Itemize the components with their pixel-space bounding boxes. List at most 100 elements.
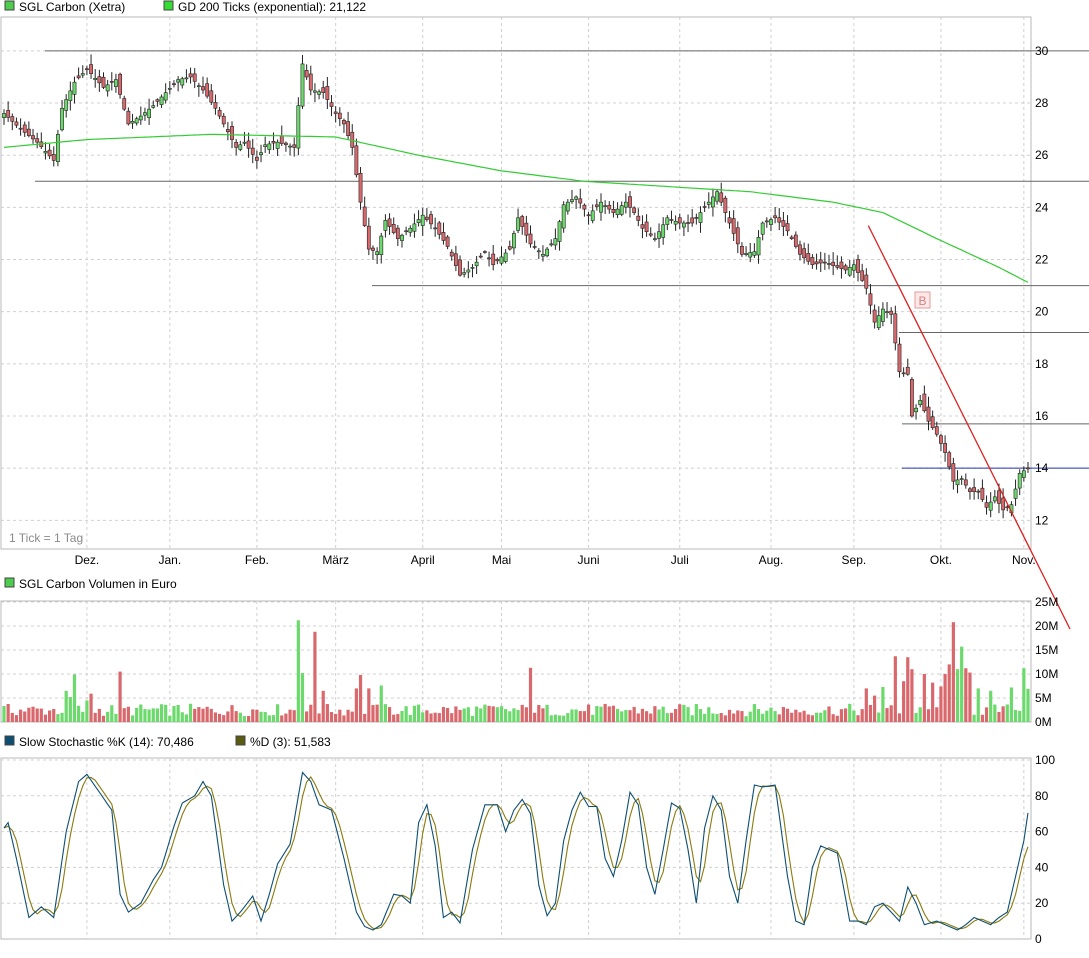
volume-bar <box>379 685 383 722</box>
candle-down <box>225 129 230 133</box>
volume-bar <box>698 709 703 722</box>
volume-bar <box>566 713 570 722</box>
volume-bar <box>906 657 910 722</box>
stoch-y-tick: 60 <box>1035 825 1049 839</box>
volume-bar <box>715 713 719 722</box>
stoch-legend: Slow Stochastic %K (14): 70,486 %D (3): … <box>4 735 331 749</box>
candle-down <box>217 109 222 117</box>
volume-bar <box>168 715 172 722</box>
candle-up <box>259 152 263 155</box>
candle-down <box>528 233 533 245</box>
volume-bar <box>935 707 939 722</box>
candle-up <box>760 222 765 235</box>
candle-down <box>648 233 653 236</box>
volume-bar <box>504 709 508 722</box>
candle-up <box>383 220 388 231</box>
volume-bar <box>723 715 727 722</box>
volume-bar <box>843 708 848 722</box>
candle-down <box>31 135 35 140</box>
candle-down <box>478 255 483 258</box>
candle-up <box>1013 488 1018 499</box>
candle-up <box>503 252 508 262</box>
volume-bar <box>483 704 487 722</box>
trend-line <box>867 225 1071 630</box>
volume-bar <box>740 711 744 722</box>
candle-down <box>491 253 496 266</box>
candle-up <box>769 219 773 225</box>
candle-down <box>677 217 682 224</box>
candle-up <box>470 267 475 269</box>
stoch-y-tick: 20 <box>1035 896 1049 910</box>
volume-bar <box>27 707 31 722</box>
volume-bar <box>462 708 466 722</box>
candle-down <box>433 227 438 230</box>
volume-bar <box>910 669 914 722</box>
candle-down <box>85 68 89 71</box>
volume-bar <box>549 715 553 722</box>
stoch-y-tick: 40 <box>1035 860 1049 874</box>
candle-down <box>366 225 371 250</box>
volume-bar <box>545 704 549 722</box>
candle-down <box>789 236 794 239</box>
candle-up <box>706 201 711 205</box>
volume-bar <box>748 711 752 722</box>
volume-bar <box>6 704 10 722</box>
volume-bar <box>794 709 798 722</box>
d-legend-swatch <box>235 735 246 746</box>
volume-bar <box>122 708 126 722</box>
candle-up <box>147 108 152 118</box>
candle-down <box>14 121 19 126</box>
candle-down <box>926 406 931 422</box>
candle-up <box>914 407 918 413</box>
volume-legend-swatch <box>4 577 15 588</box>
candle-down <box>997 490 1001 504</box>
candle-up <box>196 85 201 87</box>
volume-bar <box>649 713 653 722</box>
volume-bar <box>512 708 516 722</box>
candle-up <box>599 201 603 213</box>
price-y-tick: 20 <box>1035 305 1049 319</box>
candle-down <box>731 218 736 234</box>
month-label: Dez. <box>75 553 100 567</box>
candle-up <box>545 248 549 257</box>
volume-bar <box>23 711 27 722</box>
volume-bar <box>64 690 68 722</box>
volume-bar <box>230 705 234 722</box>
volume-bar <box>280 715 284 722</box>
candle-down <box>254 156 259 161</box>
volume-bar <box>615 708 620 722</box>
volume-bar <box>251 709 255 722</box>
candle-down <box>22 124 27 133</box>
candle-down <box>424 216 429 220</box>
buy-marker-label: B <box>918 294 926 308</box>
volume-bar <box>976 688 980 722</box>
candle-down <box>793 234 798 247</box>
volume-bar <box>765 710 769 722</box>
volume-bar <box>305 711 309 722</box>
candle-up <box>536 250 541 253</box>
volume-bar <box>520 704 524 722</box>
candle-down <box>387 218 392 227</box>
volume-bar <box>674 708 678 722</box>
volume-bar <box>338 709 342 722</box>
volume-bar <box>197 707 201 722</box>
candle-down <box>578 198 583 204</box>
volume-bar <box>703 713 707 722</box>
candle-down <box>89 64 93 75</box>
k-legend-label: Slow Stochastic %K (14): 70,486 <box>19 735 194 749</box>
volume-bar <box>313 631 317 722</box>
volume-bar <box>744 716 748 722</box>
volume-bar <box>736 710 740 722</box>
volume-bar <box>2 706 6 722</box>
volume-bar <box>574 709 578 722</box>
candle-down <box>308 73 313 91</box>
volume-bar <box>562 715 566 722</box>
candle-up <box>880 308 885 322</box>
volume-bar <box>541 708 545 722</box>
volume-bar <box>873 695 877 722</box>
candle-down <box>404 230 409 233</box>
volume-bar <box>964 668 968 722</box>
volume-bar <box>586 704 591 722</box>
candle-up <box>412 223 417 232</box>
candle-up <box>756 237 761 256</box>
